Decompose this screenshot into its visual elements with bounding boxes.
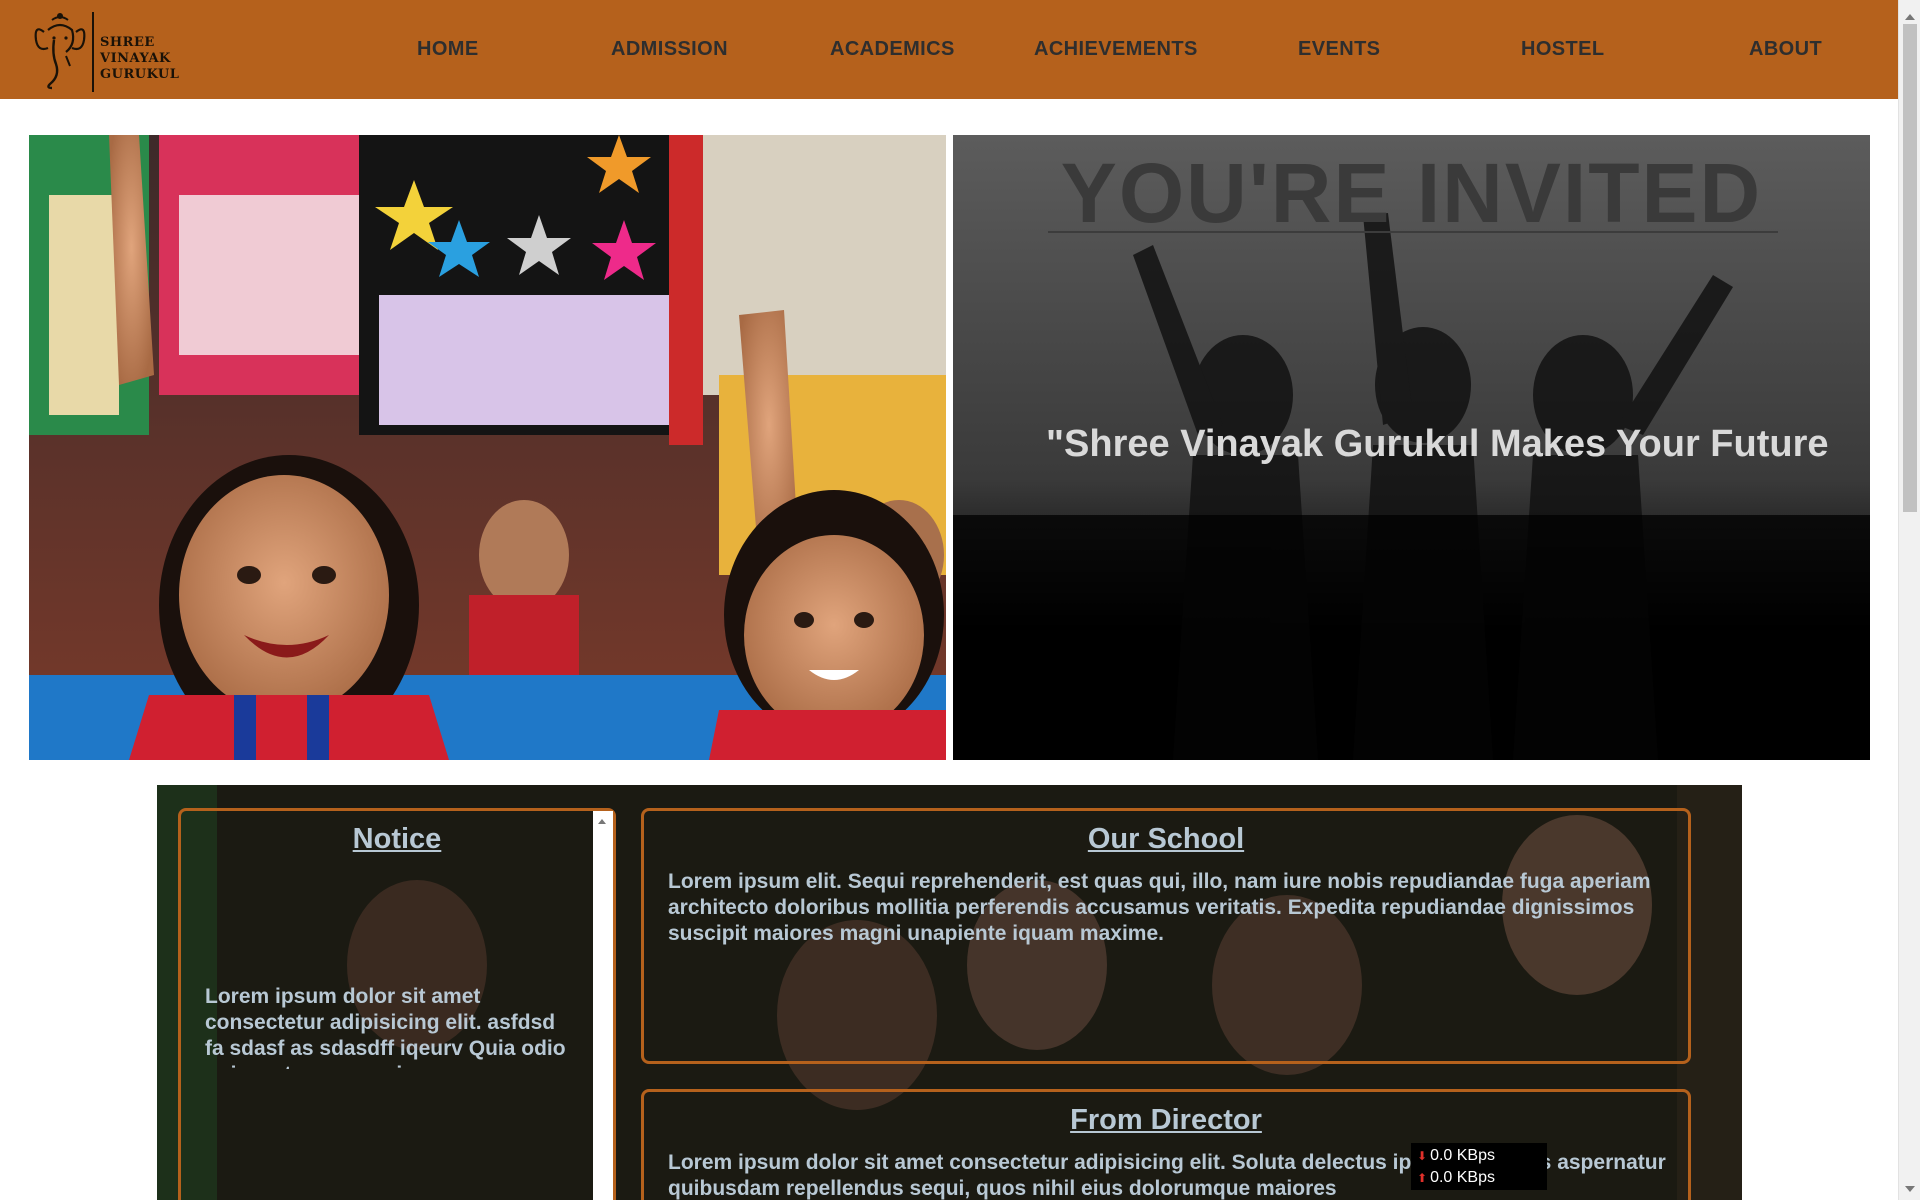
nav-item-admission[interactable]: ADMISSION (611, 38, 728, 61)
nav-item-academics[interactable]: ACADEMICS (830, 38, 955, 61)
notice-panel: Notice Lorem ipsum dolor sit amet consec… (178, 808, 616, 1200)
scroll-thumb[interactable] (1903, 24, 1917, 512)
upload-arrow-icon: ⬆ (1417, 1171, 1428, 1185)
hero-classroom-image (29, 135, 946, 760)
logo[interactable]: SHREE VINAYAK GURUKUL (30, 10, 230, 92)
director-title: From Director (1070, 1104, 1262, 1136)
notice-scroll-up-icon[interactable] (598, 819, 606, 824)
page-scrollbar[interactable] (1898, 0, 1920, 1200)
hero-tagline: "Shree Vinayak Gurukul Makes Your Future (1046, 423, 1829, 465)
our-school-panel: Our School Lorem ipsum elit. Sequi repre… (641, 808, 1691, 1064)
invited-underline (1048, 231, 1778, 233)
hero-invitation-banner: YOU'RE INVITED "Shree Vinayak Gurukul Ma… (953, 135, 1870, 760)
logo-divider (92, 12, 94, 92)
upload-speed-value: 0.0 KBps (1430, 1169, 1495, 1186)
scroll-up-arrow-icon[interactable] (1905, 14, 1915, 20)
network-speed-widget: ⬇ 0.0 KBps ⬆ 0.0 KBps (1411, 1143, 1547, 1190)
notice-text: Lorem ipsum dolor sit amet consectetur a… (205, 985, 566, 1069)
brand-line-1: SHREE VINAYAK (100, 35, 171, 66)
our-school-title: Our School (1087, 823, 1245, 855)
upload-speed: ⬆ 0.0 KBps (1417, 1167, 1541, 1189)
nav-item-about[interactable]: ABOUT (1749, 38, 1822, 61)
brand-name: SHREE VINAYAK GURUKUL (100, 35, 230, 83)
invited-heading: YOU'RE INVITED (1060, 146, 1763, 240)
ganesha-logo-icon (34, 13, 86, 90)
navbar: SHREE VINAYAK GURUKUL HOME ADMISSION ACA… (0, 0, 1898, 99)
info-section: Notice Lorem ipsum dolor sit amet consec… (157, 785, 1742, 1200)
download-arrow-icon: ⬇ (1417, 1149, 1428, 1163)
brand-line-2: GURUKUL (100, 67, 180, 82)
notice-scroll-area[interactable]: Lorem ipsum dolor sit amet consectetur a… (205, 811, 585, 1069)
nav-item-hostel[interactable]: HOSTEL (1521, 38, 1605, 61)
scroll-down-arrow-icon[interactable] (1905, 1186, 1915, 1192)
nav-item-achievements[interactable]: ACHIEVEMENTS (1034, 38, 1198, 61)
our-school-text: Lorem ipsum elit. Sequi reprehenderit, e… (668, 870, 1651, 945)
download-speed-value: 0.0 KBps (1430, 1147, 1495, 1164)
download-speed: ⬇ 0.0 KBps (1417, 1145, 1541, 1167)
nav-item-events[interactable]: EVENTS (1298, 38, 1380, 61)
notice-scrollbar[interactable] (593, 811, 613, 1200)
nav-item-home[interactable]: HOME (417, 38, 479, 61)
